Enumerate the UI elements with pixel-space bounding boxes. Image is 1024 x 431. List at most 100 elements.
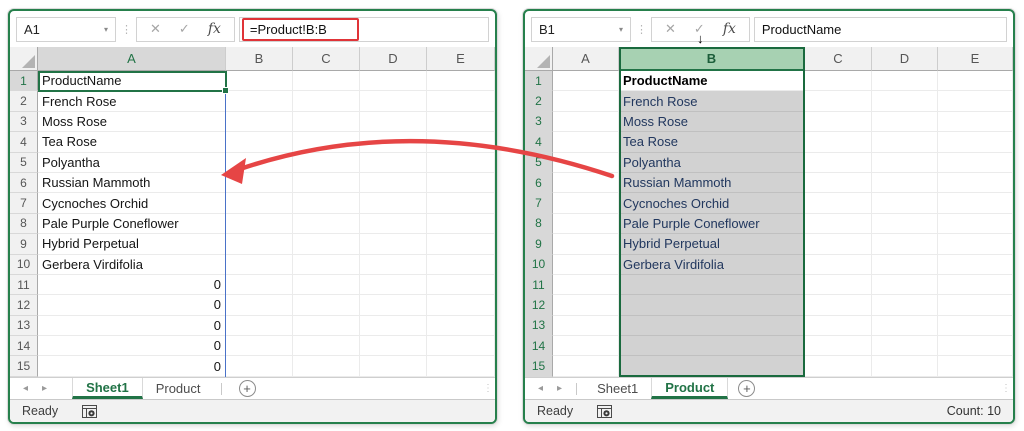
cell-C5[interactable] — [293, 152, 360, 173]
cell-D14[interactable] — [872, 336, 938, 357]
cell-E2[interactable] — [427, 91, 495, 112]
cell-B14[interactable] — [619, 336, 805, 357]
cell-E11[interactable] — [938, 274, 1013, 296]
row-header-13[interactable]: 13 — [10, 315, 38, 337]
cell-C6[interactable] — [293, 172, 360, 194]
cell-B8[interactable]: Pale Purple Coneflower — [619, 213, 805, 235]
tab-product[interactable]: Product — [143, 378, 214, 399]
row-header-4[interactable]: 4 — [10, 132, 38, 153]
cell-C14[interactable] — [293, 336, 360, 357]
cell-B13[interactable] — [226, 315, 293, 337]
cell-E2[interactable] — [938, 91, 1013, 112]
cell-D4[interactable] — [360, 132, 427, 153]
cell-A9[interactable] — [553, 234, 619, 255]
select-all-corner[interactable] — [10, 47, 38, 71]
cell-B15[interactable] — [619, 356, 805, 377]
cell-D4[interactable] — [872, 132, 938, 153]
cell-D12[interactable] — [360, 295, 427, 316]
cell-A15[interactable] — [553, 356, 619, 377]
row-header-1[interactable]: 1 — [525, 71, 553, 92]
sheet-nav-right-icon[interactable]: ▸ — [550, 378, 569, 399]
column-header-D[interactable]: D — [872, 47, 938, 71]
cell-C14[interactable] — [805, 336, 872, 357]
cell-C5[interactable] — [805, 152, 872, 173]
cell-C7[interactable] — [805, 193, 872, 214]
chevron-down-icon[interactable]: ▾ — [619, 25, 623, 34]
cell-D5[interactable] — [360, 152, 427, 173]
cell-B11[interactable] — [619, 274, 805, 296]
cell-A9[interactable]: Hybrid Perpetual — [38, 234, 226, 255]
cell-B15[interactable] — [226, 356, 293, 377]
cell-B8[interactable] — [226, 213, 293, 235]
cell-B7[interactable] — [226, 193, 293, 214]
row-header-14[interactable]: 14 — [10, 336, 38, 357]
cell-C4[interactable] — [293, 132, 360, 153]
cell-C15[interactable] — [293, 356, 360, 377]
cell-D5[interactable] — [872, 152, 938, 173]
cell-E12[interactable] — [427, 295, 495, 316]
enter-icon[interactable]: ✓ — [170, 21, 199, 37]
cell-B11[interactable] — [226, 274, 293, 296]
cell-E5[interactable] — [938, 152, 1013, 173]
row-header-9[interactable]: 9 — [525, 234, 553, 255]
row-header-7[interactable]: 7 — [525, 193, 553, 214]
cell-E14[interactable] — [938, 336, 1013, 357]
cell-B1[interactable] — [226, 71, 293, 92]
row-header-5[interactable]: 5 — [525, 152, 553, 173]
cell-E6[interactable] — [427, 172, 495, 194]
cell-A14[interactable] — [553, 336, 619, 357]
cell-D2[interactable] — [872, 91, 938, 112]
cell-A8[interactable] — [553, 213, 619, 235]
cell-D15[interactable] — [360, 356, 427, 377]
formula-bar[interactable]: =Product!B:B — [238, 16, 489, 42]
cell-D13[interactable] — [360, 315, 427, 337]
cell-C2[interactable] — [293, 91, 360, 112]
insert-function-icon[interactable]: fx — [714, 21, 745, 37]
cell-C12[interactable] — [293, 295, 360, 316]
cell-B12[interactable] — [619, 295, 805, 316]
cell-B6[interactable] — [226, 172, 293, 194]
cell-E10[interactable] — [427, 254, 495, 275]
cell-B12[interactable] — [226, 295, 293, 316]
cell-D3[interactable] — [360, 111, 427, 133]
cell-C3[interactable] — [805, 111, 872, 133]
cell-D6[interactable] — [360, 172, 427, 194]
cell-D1[interactable] — [360, 71, 427, 92]
cell-C10[interactable] — [805, 254, 872, 275]
cell-E15[interactable] — [427, 356, 495, 377]
cell-B5[interactable]: Polyantha — [619, 152, 805, 173]
tab-sheet1[interactable]: Sheet1 — [584, 378, 651, 399]
cell-A13[interactable]: 0 — [38, 315, 226, 337]
cell-D1[interactable] — [872, 71, 938, 92]
column-header-A[interactable]: A — [553, 47, 619, 71]
cell-B4[interactable]: Tea Rose — [619, 132, 805, 153]
add-sheet-button[interactable]: + — [738, 380, 756, 397]
column-header-B[interactable]: B — [226, 47, 293, 71]
column-header-C[interactable]: C — [805, 47, 872, 71]
sheet-nav-left-icon[interactable]: ◂ — [16, 378, 35, 399]
cell-A5[interactable]: Polyantha — [38, 152, 226, 173]
row-header-1[interactable]: 1 — [10, 71, 38, 92]
column-header-E[interactable]: E — [938, 47, 1013, 71]
cell-B7[interactable]: Cycnoches Orchid — [619, 193, 805, 214]
cell-C1[interactable] — [805, 71, 872, 92]
column-header-B[interactable]: B — [619, 47, 805, 71]
cell-B1[interactable]: ProductName — [619, 71, 805, 92]
row-header-4[interactable]: 4 — [525, 132, 553, 153]
cell-A14[interactable]: 0 — [38, 336, 226, 357]
cell-A2[interactable]: French Rose — [38, 91, 226, 112]
cell-C11[interactable] — [805, 274, 872, 296]
cell-B10[interactable]: Gerbera Virdifolia — [619, 254, 805, 275]
cell-D13[interactable] — [872, 315, 938, 337]
row-header-8[interactable]: 8 — [525, 213, 553, 235]
cell-B9[interactable]: Hybrid Perpetual — [619, 234, 805, 255]
chevron-down-icon[interactable]: ▾ — [104, 25, 108, 34]
cell-B2[interactable]: French Rose — [619, 91, 805, 112]
cell-E1[interactable] — [427, 71, 495, 92]
tab-product[interactable]: Product — [651, 378, 729, 399]
cell-A12[interactable]: 0 — [38, 295, 226, 316]
cell-E9[interactable] — [938, 234, 1013, 255]
cell-D9[interactable] — [872, 234, 938, 255]
sheet-nav-left-icon[interactable]: ◂ — [531, 378, 550, 399]
cell-D9[interactable] — [360, 234, 427, 255]
